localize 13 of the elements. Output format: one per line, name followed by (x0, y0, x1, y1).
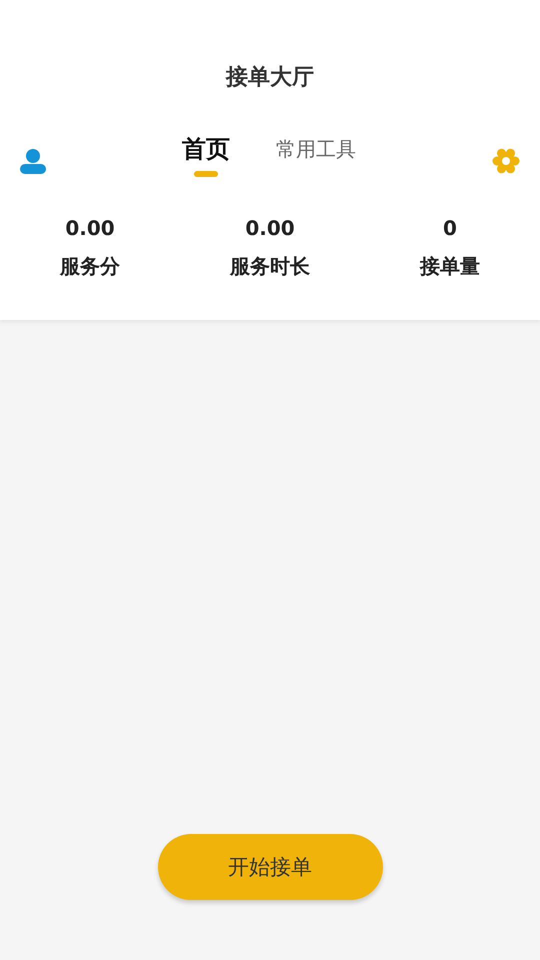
stat-label: 接单量 (420, 253, 480, 280)
page-title: 接单大厅 (226, 64, 314, 92)
tab-indicator (194, 171, 218, 177)
stat-label: 服务时长 (230, 253, 310, 280)
stat-value: 0 (443, 215, 457, 242)
stat-label: 服务分 (60, 253, 120, 280)
user-icon[interactable] (20, 148, 46, 174)
stat-value: 0.00 (245, 215, 295, 242)
stat-value: 0.00 (65, 215, 115, 242)
settings-icon[interactable] (492, 147, 520, 175)
tab[interactable]: 首页 (182, 133, 230, 189)
tab[interactable]: 常用工具 (276, 133, 356, 189)
start-button[interactable]: 开始接单 (158, 834, 382, 900)
